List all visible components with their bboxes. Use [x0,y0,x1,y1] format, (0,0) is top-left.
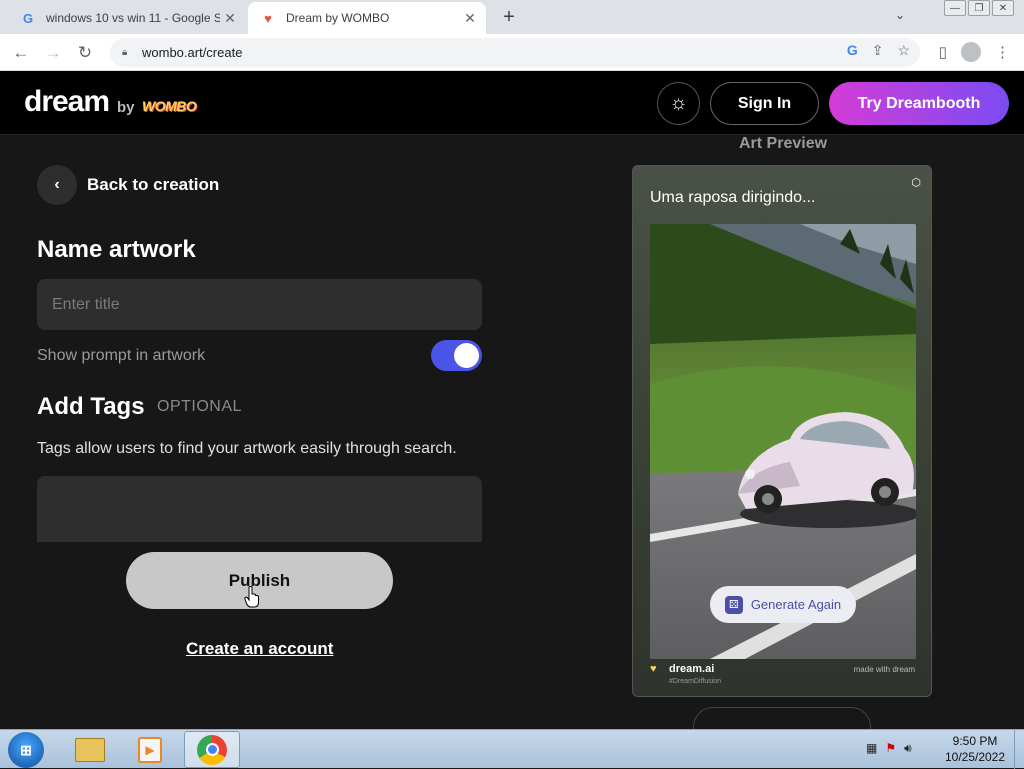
tab-dream-wombo[interactable]: ♥ Dream by WOMBO ✕ [248,2,486,34]
start-button[interactable]: ⊞ [8,732,44,768]
create-account-link[interactable]: Create an account [186,639,333,659]
tags-description: Tags allow users to find your artwork ea… [37,440,457,457]
media-player-taskbar-button[interactable]: ▶ [122,731,178,768]
minimize-button[interactable]: — [944,0,966,16]
chrome-taskbar-button[interactable] [184,731,240,768]
close-icon[interactable]: ✕ [220,8,240,28]
reload-icon[interactable]: ↻ [74,42,96,64]
restore-button[interactable]: ❐ [968,0,990,16]
forward-arrow-icon[interactable]: → [42,42,64,64]
dice-icon: ⚄ [724,595,743,614]
dream-logo[interactable]: dream [24,85,110,119]
share-icon[interactable]: ⇪ [872,42,884,59]
volume-icon[interactable]: 🔊︎ [904,741,912,756]
back-to-creation-link[interactable]: Back to creation [87,175,219,195]
browser-toolbar: ← → ↻ 🔒︎ wombo.art/create G ⇪ ☆ ▯ ⋮ [0,34,1024,71]
clock[interactable]: 9:50 PM 10/25/2022 [940,733,1010,765]
optional-label: OPTIONAL [157,398,242,415]
sun-icon: ☼ [669,92,688,114]
clock-time: 9:50 PM [952,734,998,748]
cube-icon: ⬡ [911,177,921,189]
menu-kebab-icon[interactable]: ⋮ [995,43,1010,61]
art-preview-label: Art Preview [739,135,828,152]
omnibox-actions: G ⇪ ☆ [847,42,910,59]
tags-input[interactable] [37,476,482,542]
new-tab-button[interactable]: + [498,6,520,28]
windows-taskbar: ⊞ ▶ ▦ ⚑ 🔊︎ 9:50 PM 10/25/2022 [0,729,1024,769]
toggle-knob [454,343,479,368]
lock-icon: 🔒︎ [122,46,128,58]
artwork-image: ⚄ Generate Again [650,224,916,659]
show-prompt-toggle[interactable] [431,340,482,371]
address-bar[interactable]: 🔒︎ wombo.art/create G ⇪ ☆ [110,38,920,67]
art-preview-card: ⬡ Uma raposa dirigindo... ⚄ Generate Aga… [632,165,932,697]
wombo-icon: ♥ [264,10,272,26]
back-button[interactable]: ‹ [37,165,77,205]
google-g-icon[interactable]: G [847,42,858,59]
show-prompt-label: Show prompt in artwork [37,347,206,364]
system-tray: ▦ ⚑ 🔊︎ [866,741,912,756]
show-desktop-button[interactable] [1014,730,1024,769]
name-artwork-heading: Name artwork [37,236,196,263]
window-controls: — ❐ ✕ [944,0,1014,16]
tab-google-search[interactable]: G windows 10 vs win 11 - Google S ✕ [8,2,246,34]
profile-avatar-icon[interactable] [961,42,981,62]
sign-in-button[interactable]: Sign In [710,82,819,125]
artwork-prompt: Uma raposa dirigindo... [650,189,816,206]
tab-title: windows 10 vs win 11 - Google S [46,11,220,25]
theme-toggle-button[interactable]: ☼ [657,82,700,125]
google-g-icon: G [22,10,34,26]
url-text[interactable]: wombo.art/create [142,45,242,60]
site-header: dream by WOMBO ☼ Sign In Try Dreambooth [0,71,1024,135]
window-close-button[interactable]: ✕ [992,0,1014,16]
chrome-icon [197,734,227,765]
toolbar-actions: ▯ ⋮ [939,42,1010,62]
try-dreambooth-button[interactable]: Try Dreambooth [829,82,1009,125]
clock-date: 10/25/2022 [944,750,1006,764]
generate-again-label: Generate Again [750,597,842,612]
wombo-icon: ♥ [650,663,657,675]
wombo-logo: WOMBO [142,98,197,114]
card-hashtag: #DreamDiffusion [669,678,722,685]
tab-search-chevron-icon[interactable]: ⌄ [895,8,905,22]
add-tags-heading: Add Tags [37,393,145,420]
logo-by-text: by [117,99,135,116]
close-icon[interactable]: ✕ [460,8,480,28]
browser-tab-bar: G windows 10 vs win 11 - Google S ✕ ♥ Dr… [0,0,1024,34]
explorer-taskbar-button[interactable] [62,731,118,768]
hand-cursor-icon [244,586,259,608]
tab-title: Dream by WOMBO [286,11,390,25]
back-arrow-icon[interactable]: ← [10,42,32,64]
bookmark-star-icon[interactable]: ☆ [897,42,910,59]
side-panel-icon[interactable]: ▯ [939,43,947,61]
folder-icon [75,737,105,762]
chevron-left-icon: ‹ [54,176,60,193]
title-input[interactable] [37,279,482,330]
generate-again-button[interactable]: ⚄ Generate Again [710,586,856,623]
media-player-icon: ▶ [138,736,162,763]
network-icon[interactable]: ▦ [866,741,877,756]
card-site-name: dream.ai [669,663,715,675]
windows-logo-icon: ⊞ [20,741,32,758]
action-center-icon[interactable]: ⚑ [885,741,896,756]
made-with-dream-text: made with dream [853,665,915,674]
